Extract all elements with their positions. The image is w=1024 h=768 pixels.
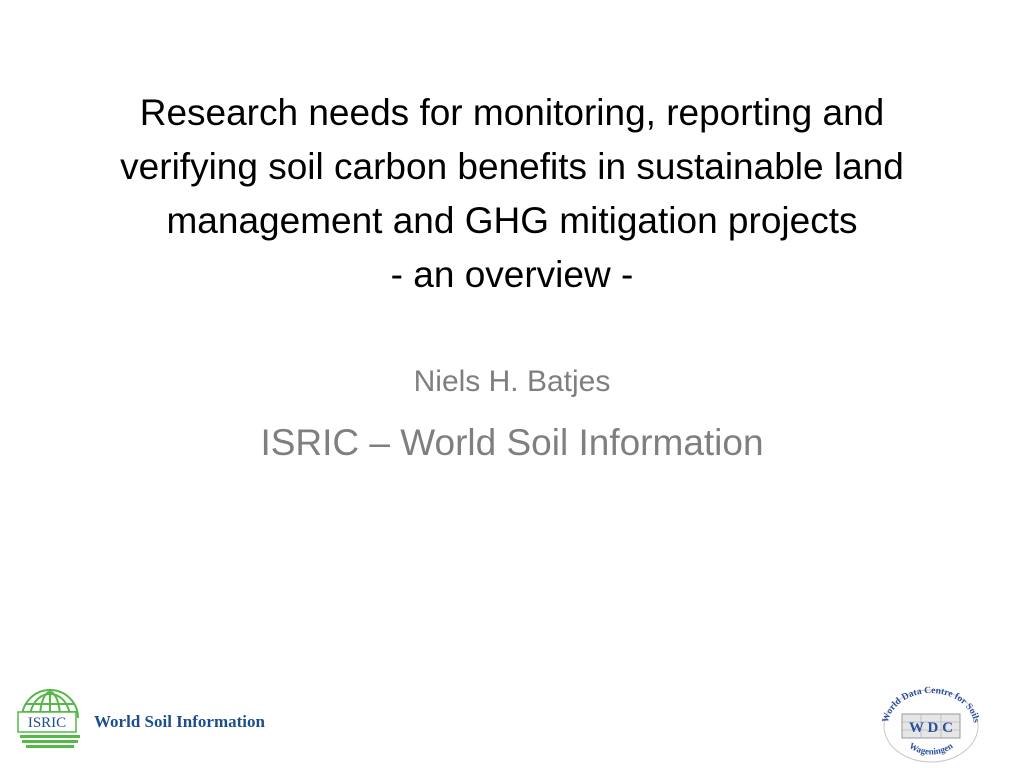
- affiliation: ISRIC – World Soil Information: [260, 422, 764, 463]
- wdc-logo: World Data Centre for Soils W D C Wageni…: [881, 686, 981, 763]
- isric-logo: ISRIC World Soil Information: [16, 688, 336, 752]
- slide: Research needs for monitoring, reporting…: [0, 0, 1024, 768]
- isric-wordmark: World Soil Information: [94, 712, 265, 731]
- author-name: Niels H. Batjes: [413, 365, 611, 398]
- title-line: - an overview -: [390, 254, 634, 295]
- title-line: verifying soil carbon benefits in sustai…: [120, 146, 904, 187]
- title-line: management and GHG mitigation projects: [166, 200, 858, 241]
- slide-title: Research needs for monitoring, reporting…: [40, 86, 984, 302]
- title-line: Research needs for monitoring, reporting…: [139, 92, 885, 133]
- wdc-center-text: W D C: [909, 720, 953, 736]
- isric-badge-text: ISRIC: [28, 715, 66, 731]
- isric-globe-icon: ISRIC: [17, 689, 80, 748]
